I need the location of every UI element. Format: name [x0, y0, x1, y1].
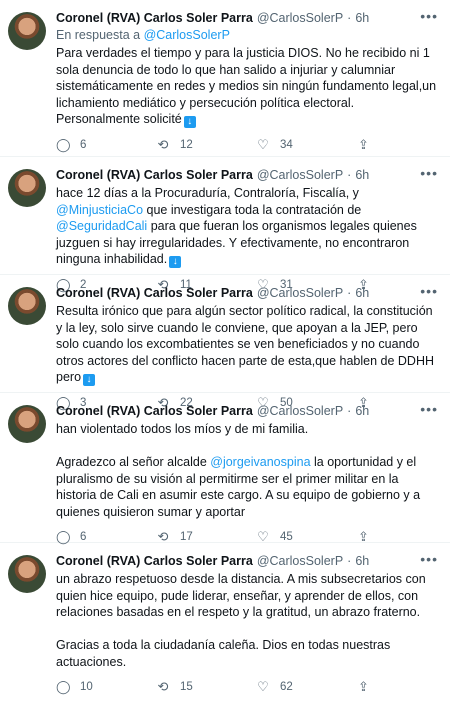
tweet-text-part: que investigara toda la contratación de: [143, 202, 362, 217]
tweet[interactable]: ••• Coronel (RVA) Carlos Soler Parra @Ca…: [0, 275, 450, 410]
tweet-text: hace 12 días a la Procuraduría, Contralo…: [56, 185, 440, 268]
tweet[interactable]: ••• Coronel (RVA) Carlos Soler Parra @Ca…: [0, 393, 450, 544]
like-count: 45: [280, 531, 293, 543]
tweet-header: Coronel (RVA) Carlos Soler Parra @Carlos…: [56, 403, 440, 419]
retweet-count: 17: [180, 531, 193, 543]
tweet-time[interactable]: 6h: [355, 285, 369, 301]
arrow-down-icon: ↓: [183, 116, 196, 128]
author-handle[interactable]: @CarlosSolerP: [257, 10, 343, 26]
tweet-text: Resulta irónico que para algún sector po…: [56, 303, 440, 386]
heart-icon: ♡: [257, 137, 269, 152]
reply-button[interactable]: ◯ 10: [56, 679, 156, 695]
reply-count: 6: [80, 139, 87, 151]
like-button[interactable]: ♡ 34: [256, 137, 356, 153]
more-icon[interactable]: •••: [420, 551, 438, 567]
retweet-button[interactable]: ⟲ 12: [156, 137, 256, 153]
separator-dot: ·: [347, 11, 352, 25]
arrow-down-icon: ↓: [169, 256, 182, 268]
retweet-icon: ⟲: [157, 679, 169, 694]
author-handle[interactable]: @CarlosSolerP: [257, 403, 343, 419]
reply-handle-link[interactable]: @CarlosSolerP: [144, 28, 230, 42]
reply-count: 6: [80, 531, 87, 543]
tweet-actions: ◯ 10 ⟲ 15 ♡ 62 ⇪: [56, 670, 440, 704]
share-icon[interactable]: ⇪: [358, 137, 369, 153]
tweet-header: Coronel (RVA) Carlos Soler Parra @Carlos…: [56, 10, 440, 26]
reply-count: 10: [80, 681, 93, 693]
avatar[interactable]: [8, 555, 46, 593]
retweet-count: 12: [180, 139, 193, 151]
author-handle[interactable]: @CarlosSolerP: [257, 285, 343, 301]
retweet-button[interactable]: ⟲ 15: [156, 679, 256, 695]
mention-link[interactable]: @jorgeivanospina: [210, 455, 310, 469]
tweet-text-part: un abrazo respetuoso desde la distancia.…: [56, 572, 426, 669]
tweet-text-part: Para verdades el tiempo y para la justic…: [56, 46, 437, 126]
avatar[interactable]: [8, 405, 46, 443]
avatar[interactable]: [8, 169, 46, 207]
separator-dot: ·: [347, 286, 352, 300]
tweet[interactable]: ••• Coronel (RVA) Carlos Soler Parra @Ca…: [0, 0, 450, 157]
mention-link[interactable]: @SeguridadCali: [56, 219, 147, 233]
author-handle[interactable]: @CarlosSolerP: [257, 167, 343, 183]
more-icon[interactable]: •••: [420, 401, 438, 417]
tweet-time[interactable]: 6h: [355, 167, 369, 183]
tweet-text-part: hace 12 días a la Procuraduría, Contralo…: [56, 186, 359, 200]
avatar[interactable]: [8, 287, 46, 325]
like-button[interactable]: ♡ 62: [256, 679, 356, 695]
mention-link[interactable]: @MinjusticiaCo: [56, 203, 143, 217]
more-icon[interactable]: •••: [420, 165, 438, 181]
tweet-time[interactable]: 6h: [355, 403, 369, 419]
tweet-header: Coronel (RVA) Carlos Soler Parra @Carlos…: [56, 553, 440, 569]
author-name[interactable]: Coronel (RVA) Carlos Soler Parra: [56, 553, 253, 569]
tweet-text: han violentado todos los míos y de mi fa…: [56, 421, 440, 520]
share-icon[interactable]: ⇪: [358, 679, 369, 695]
author-name[interactable]: Coronel (RVA) Carlos Soler Parra: [56, 285, 253, 301]
like-count: 34: [280, 139, 293, 151]
tweet-time[interactable]: 6h: [355, 553, 369, 569]
author-name[interactable]: Coronel (RVA) Carlos Soler Parra: [56, 403, 253, 419]
reply-context: En respuesta a @CarlosSolerP: [56, 27, 440, 43]
tweet-header: Coronel (RVA) Carlos Soler Parra @Carlos…: [56, 167, 440, 183]
tweet-time[interactable]: 6h: [355, 10, 369, 26]
avatar[interactable]: [8, 12, 46, 50]
like-count: 62: [280, 681, 293, 693]
reply-button[interactable]: ◯ 6: [56, 137, 156, 153]
separator-dot: ·: [347, 168, 352, 182]
author-name[interactable]: Coronel (RVA) Carlos Soler Parra: [56, 10, 253, 26]
reply-icon: ◯: [56, 137, 71, 152]
separator-dot: ·: [347, 554, 352, 568]
reply-icon: ◯: [56, 679, 71, 694]
timeline: ••• Coronel (RVA) Carlos Soler Parra @Ca…: [0, 0, 450, 694]
author-handle[interactable]: @CarlosSolerP: [257, 553, 343, 569]
arrow-down-icon: ↓: [83, 374, 96, 386]
author-name[interactable]: Coronel (RVA) Carlos Soler Parra: [56, 167, 253, 183]
tweet-text: un abrazo respetuoso desde la distancia.…: [56, 571, 440, 670]
tweet[interactable]: ••• Coronel (RVA) Carlos Soler Parra @Ca…: [0, 543, 450, 694]
heart-icon: ♡: [257, 679, 269, 694]
tweet-text: Para verdades el tiempo y para la justic…: [56, 45, 440, 128]
tweet-text-part: Resulta irónico que para algún sector po…: [56, 304, 435, 384]
separator-dot: ·: [347, 404, 352, 418]
more-icon[interactable]: •••: [420, 8, 438, 24]
tweet-header: Coronel (RVA) Carlos Soler Parra @Carlos…: [56, 285, 440, 301]
retweet-icon: ⟲: [157, 137, 169, 152]
more-icon[interactable]: •••: [420, 283, 438, 299]
reply-prefix: En respuesta a: [56, 28, 141, 42]
tweet[interactable]: ••• Coronel (RVA) Carlos Soler Parra @Ca…: [0, 157, 450, 292]
retweet-count: 15: [180, 681, 193, 693]
